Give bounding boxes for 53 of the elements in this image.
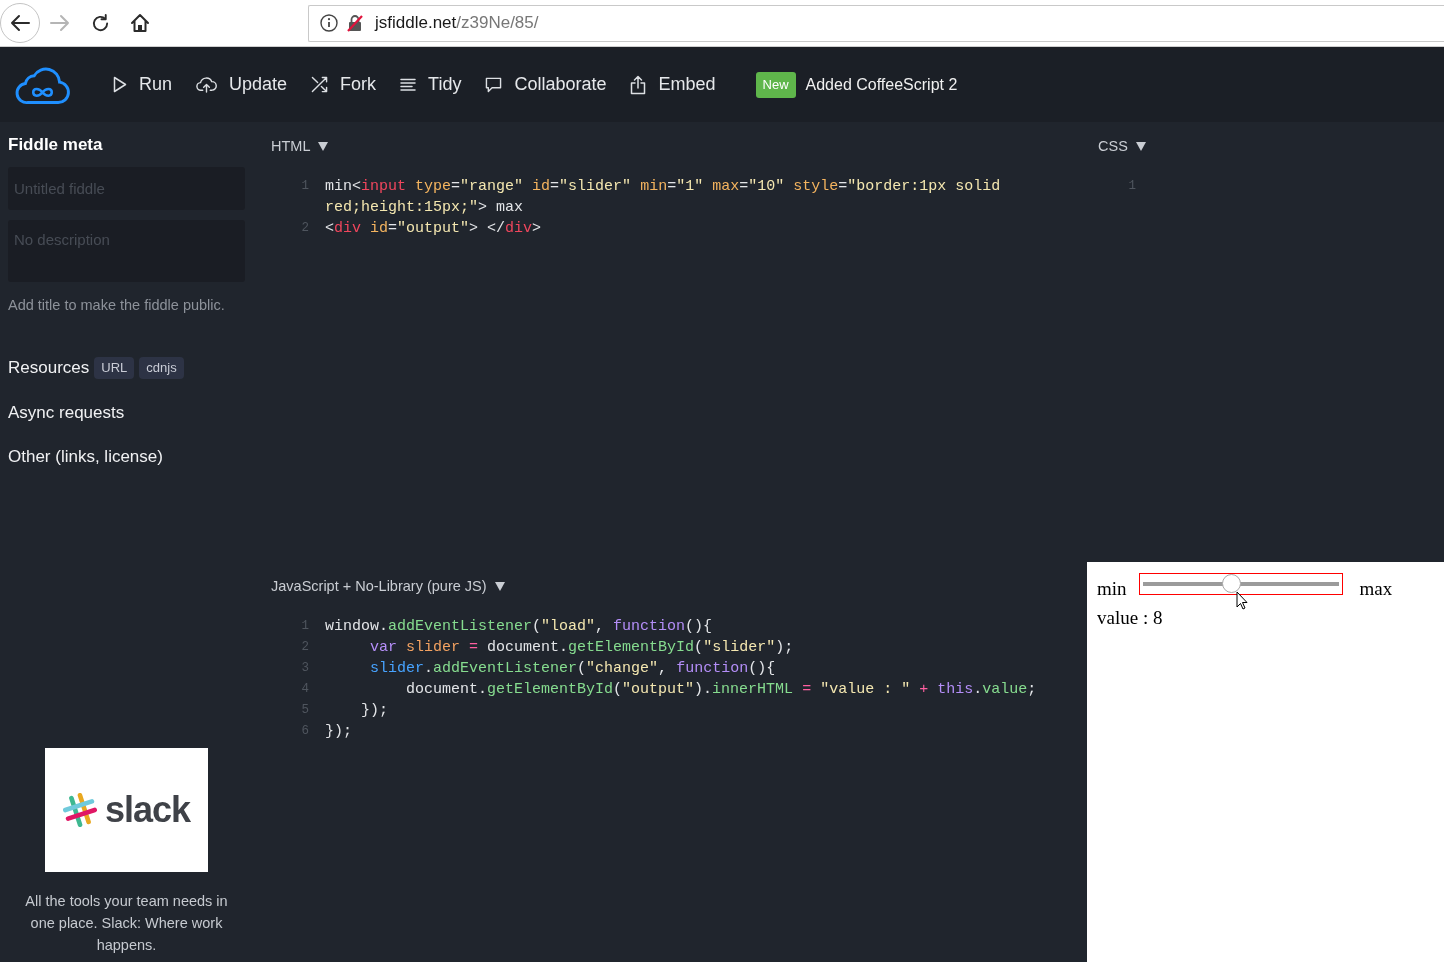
caret-down-icon <box>494 581 505 591</box>
lines-icon <box>400 78 417 91</box>
ad-banner[interactable]: slack <box>45 748 208 872</box>
slider-track[interactable] <box>1138 573 1343 595</box>
min-label: min <box>1097 578 1127 600</box>
cloud-upload-icon <box>196 76 218 93</box>
collaborate-button[interactable]: Collaborate <box>485 71 607 98</box>
sidebar-title: Fiddle meta <box>8 135 104 155</box>
code-line: slider.addEventListener("change", function(){ <box>369 659 777 679</box>
hash-icon <box>62 793 97 827</box>
slider-thumb[interactable] <box>1221 574 1241 593</box>
fork-button[interactable]: Fork <box>311 71 377 98</box>
resource-button[interactable]: cdnjs <box>139 357 184 379</box>
play-icon <box>113 76 127 93</box>
info-icon <box>320 14 338 32</box>
code-line: window.addEventListener("load", function(){ <box>325 617 714 637</box>
code-line: }); <box>325 722 353 742</box>
update-button[interactable]: Update <box>196 71 288 98</box>
share-icon <box>630 74 647 95</box>
mouse-pointer-icon <box>1236 591 1248 610</box>
code-line: min<input type="range" id="slider" min="1" max="10" style="border:1px solid red;height:15px;"> max <box>325 177 1002 218</box>
news-link[interactable]: Added CoffeeScript 2 <box>805 72 958 97</box>
address-bar[interactable]: jsfiddle.net/z39Ne/85/ <box>308 4 1444 42</box>
chat-bubble-icon <box>485 76 503 93</box>
shuffle-icon <box>311 76 329 93</box>
code-line: document.getElementById("output").innerHTML = "value : " + this.value; <box>405 680 1038 700</box>
output-text: value : 8 <box>1097 607 1164 629</box>
code-line: <div id="output"> </div> <box>325 219 543 239</box>
sidebar-section-link[interactable]: Resources <box>8 356 90 380</box>
arrow-right-icon <box>50 14 70 32</box>
embed-button[interactable]: Embed <box>630 71 716 98</box>
language-dropdown[interactable]: JavaScript + No-Library (pure JS) <box>271 576 505 596</box>
max-label: max <box>1359 578 1393 600</box>
caret-down-icon <box>318 141 329 151</box>
home-icon <box>130 13 150 33</box>
reload-icon <box>90 13 110 33</box>
run-button[interactable]: Run <box>113 71 173 98</box>
language-dropdown[interactable]: CSS <box>1098 136 1146 156</box>
crossed-lock-icon <box>346 14 364 32</box>
hint-text: Add title to make the fiddle public. <box>8 296 226 315</box>
arrow-left-icon <box>10 14 30 32</box>
code-line: }); <box>360 701 390 721</box>
language-dropdown[interactable]: HTML <box>271 136 329 156</box>
tidy-button[interactable]: Tidy <box>400 71 462 98</box>
ad-text: All the tools your team needs in one place. Slack: Where work happens. <box>24 892 229 955</box>
sidebar-section-link[interactable]: Other (links, license) <box>8 445 163 469</box>
new-badge: New <box>755 71 796 98</box>
logo-wordmark: slack <box>104 790 191 830</box>
url-text[interactable]: jsfiddle.net/z39Ne/85/ <box>375 10 539 36</box>
sidebar-section-link[interactable]: Async requests <box>8 401 125 425</box>
resource-button[interactable]: URL <box>94 357 135 379</box>
code-line: var slider = document.getElementById("slider"); <box>369 638 795 658</box>
caret-down-icon <box>1135 141 1146 151</box>
